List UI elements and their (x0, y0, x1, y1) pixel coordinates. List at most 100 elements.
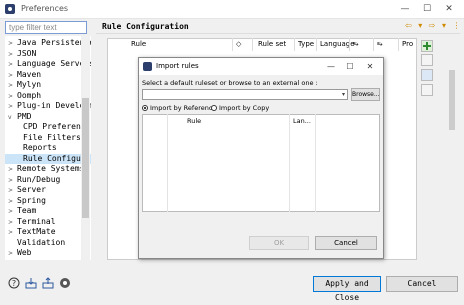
column-max-version[interactable]: ⥱ (377, 40, 383, 49)
export-icon[interactable] (42, 277, 54, 289)
ruleset-prompt: Select a default ruleset or browse to an… (142, 79, 318, 87)
chevron-right-icon[interactable]: > (8, 186, 17, 196)
import-rules-table[interactable] (142, 114, 380, 212)
import-icon[interactable] (25, 277, 37, 289)
oomph-icon[interactable] (59, 277, 71, 289)
column-separator (232, 38, 233, 51)
export-ruleset-icon[interactable] (421, 54, 433, 66)
ok-button[interactable]: OK (249, 236, 309, 250)
tree-item[interactable]: v PMD (5, 112, 84, 122)
page-title: Rule Configuration (102, 22, 189, 31)
import-ruleset-icon[interactable] (421, 69, 433, 81)
tree-item-label: Spring (17, 195, 46, 205)
chevron-right-icon[interactable]: > (8, 50, 17, 60)
tree-item[interactable]: > Server (5, 185, 84, 195)
tree-item[interactable]: > Team (5, 206, 84, 216)
tree-item[interactable]: > Maven (5, 70, 84, 80)
tree-item[interactable]: > Mylyn (5, 80, 84, 90)
tree-item[interactable]: > Run/Debug (5, 175, 84, 185)
tree-item-label: TextMate (17, 227, 56, 236)
tree-item[interactable]: > Java Persistence (5, 38, 91, 49)
tree-item[interactable]: > Spring (5, 196, 84, 206)
chevron-right-icon[interactable]: > (8, 176, 17, 186)
tree-item[interactable]: > TextMate (5, 227, 84, 237)
tree-item[interactable]: CPD Preference (5, 122, 91, 132)
tree-scrollbar-thumb[interactable] (82, 98, 89, 218)
tree-item-label: Java Persistence (17, 38, 91, 47)
browse-button[interactable]: Browse... (351, 88, 380, 101)
column-rule[interactable]: Rule (131, 40, 146, 48)
dialog-app-icon (143, 62, 152, 71)
dialog-cancel-button[interactable]: Cancel (315, 236, 377, 250)
add-rule-icon[interactable] (421, 40, 433, 52)
tree-item[interactable]: > JSON (5, 49, 84, 59)
page-scrollbar-thumb[interactable] (449, 70, 455, 130)
close-window-button[interactable]: ✕ (438, 2, 460, 16)
chevron-right-icon[interactable]: > (8, 81, 17, 91)
chevron-right-icon[interactable]: > (8, 228, 17, 238)
tree-item[interactable]: Validation (5, 238, 84, 248)
dialog-column-language[interactable]: Lan... (293, 117, 311, 125)
column-separator (315, 114, 316, 212)
tree-item[interactable]: > Web (5, 248, 84, 258)
column-min-version[interactable]: ⥱ (353, 40, 359, 49)
chevron-right-icon[interactable]: > (8, 71, 17, 81)
tree-item[interactable]: File Filters (5, 133, 91, 143)
chevron-right-icon[interactable]: > (8, 207, 17, 217)
dialog-minimize-button[interactable]: — (323, 60, 339, 73)
tree-item[interactable]: Reports (5, 143, 91, 153)
import-by-reference-radio[interactable]: Import by Reference (142, 104, 216, 112)
chevron-right-icon[interactable]: > (8, 60, 17, 70)
chevron-right-icon[interactable]: > (8, 249, 17, 259)
chevron-right-icon[interactable]: > (8, 218, 17, 228)
history-nav-buttons[interactable]: ⇦ ▾ ⇨ ▾ ⋮ (405, 21, 463, 30)
tree-item[interactable]: > Plug-in Developm (5, 101, 91, 112)
dialog-title: Import rules (156, 62, 199, 70)
preferences-tree: > Java Persistence > JSON > Language Servers >… (5, 36, 91, 260)
cancel-button[interactable]: Cancel (386, 276, 458, 292)
dialog-titlebar: Import rules — ☐ ✕ (139, 58, 383, 75)
chevron-right-icon[interactable]: > (8, 165, 17, 175)
tree-item[interactable]: > Oomph (5, 91, 84, 101)
tree-item[interactable]: > Language Servers (5, 59, 91, 70)
tree-item-label: Run/Debug (17, 174, 61, 184)
tree-item-label: Reports (23, 143, 57, 152)
dialog-close-button[interactable]: ✕ (362, 60, 378, 73)
tree-item-label: Remote Systems (17, 164, 85, 173)
radio-unselected-icon[interactable] (211, 105, 217, 111)
chevron-down-icon[interactable]: v (8, 113, 17, 123)
tree-item-label: Mylyn (17, 80, 42, 89)
ruleset-combo[interactable]: ▾ (142, 89, 348, 100)
radio-selected-icon[interactable] (142, 105, 148, 111)
minimize-button[interactable]: — (394, 2, 416, 16)
column-type[interactable]: Type (298, 40, 314, 48)
chevron-right-icon[interactable]: > (8, 102, 17, 112)
column-rule-set[interactable]: Rule set (258, 40, 286, 48)
chevron-right-icon[interactable]: > (8, 39, 17, 49)
tree-item[interactable]: Rule Configura (5, 153, 91, 164)
column-properties[interactable]: Pro (402, 40, 413, 48)
column-separator (373, 38, 374, 51)
dialog-maximize-button[interactable]: ☐ (342, 60, 358, 73)
chevron-down-icon[interactable]: ▾ (342, 90, 345, 100)
ruleset-icon[interactable] (421, 84, 433, 96)
chevron-right-icon[interactable]: > (8, 197, 17, 207)
dialog-column-rule[interactable]: Rule (187, 117, 201, 125)
tree-item[interactable]: > Remote Systems (5, 164, 84, 174)
maximize-button[interactable]: ☐ (416, 2, 438, 16)
tree-item-label: Language Servers (17, 59, 91, 68)
tree-item[interactable]: > Terminal (5, 217, 84, 227)
column-separator (398, 38, 399, 51)
tree-item-label: Web (17, 248, 32, 257)
chevron-right-icon[interactable]: > (8, 92, 17, 102)
help-icon[interactable]: ? (8, 277, 20, 289)
import-by-copy-radio[interactable]: Import by Copy (211, 104, 269, 112)
tree-item-label: File Filters (23, 132, 81, 142)
filter-input[interactable] (5, 21, 87, 34)
column-separator (294, 38, 295, 51)
column-priority-icon[interactable]: ◇ (236, 40, 241, 48)
apply-and-close-button[interactable]: Apply and Close (313, 276, 381, 302)
tree-item-label: Server (17, 185, 46, 194)
tree-item-label: Maven (17, 69, 42, 79)
column-separator (316, 38, 317, 51)
